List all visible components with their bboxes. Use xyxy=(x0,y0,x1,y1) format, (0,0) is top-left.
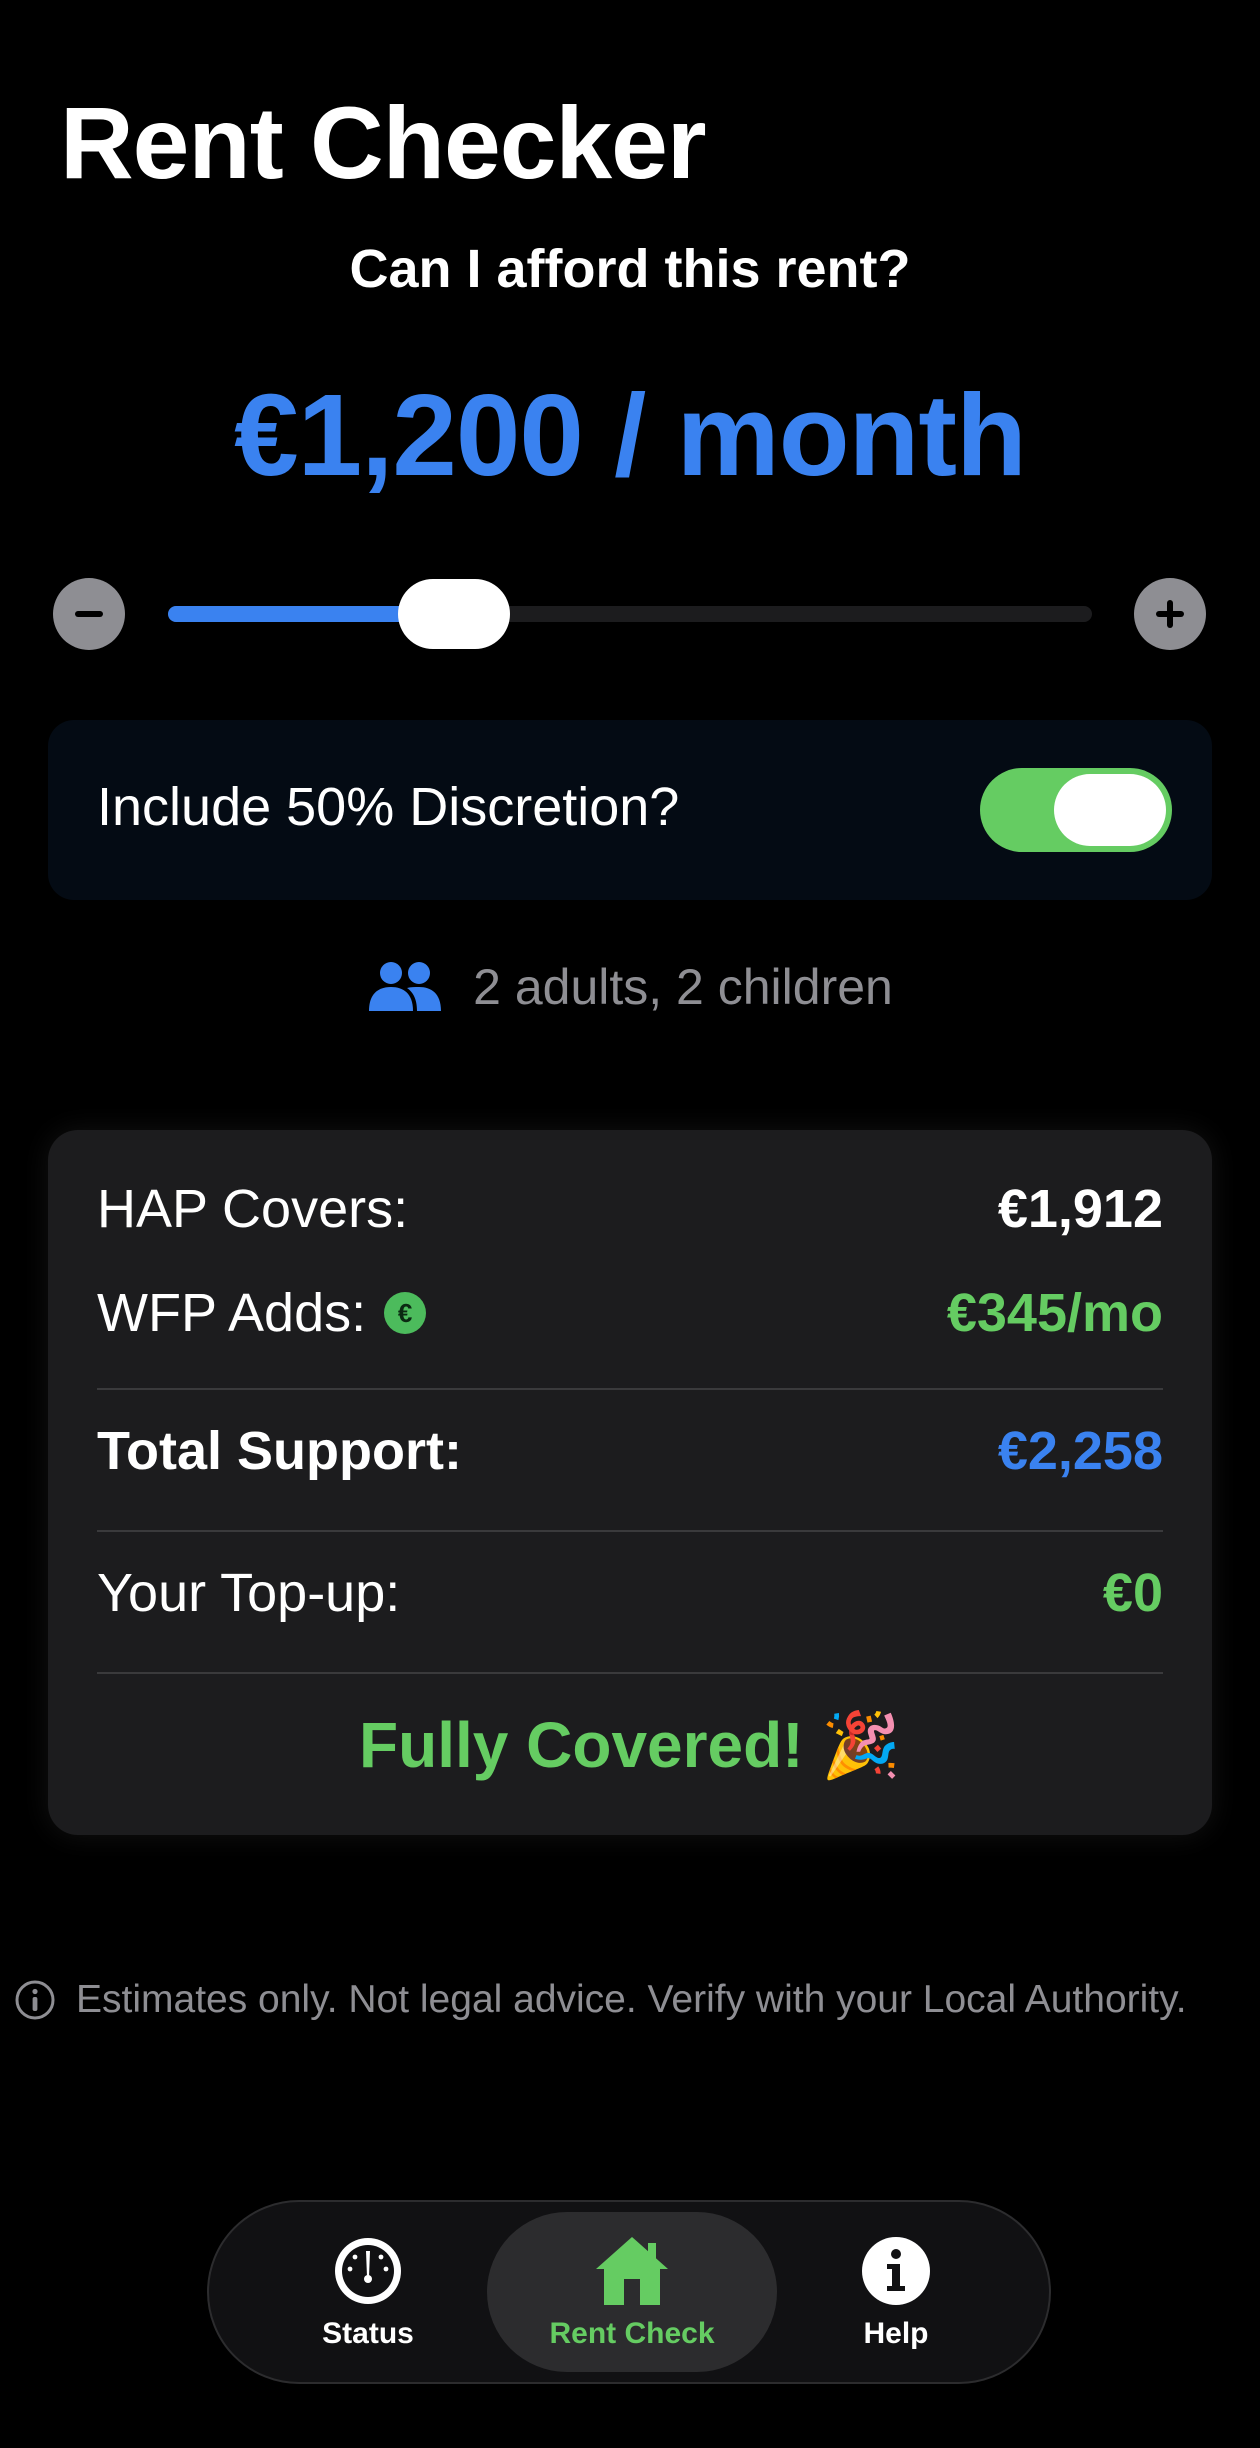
topup-value: €0 xyxy=(1102,1563,1163,1623)
coverage-status: Fully Covered! 🎉 xyxy=(359,1709,901,1781)
divider xyxy=(97,1530,1163,1532)
page-subtitle: Can I afford this rent? xyxy=(349,239,911,299)
discretion-card: Include 50% Discretion? xyxy=(48,720,1212,900)
topup-row: Your Top-up: €0 xyxy=(97,1562,1163,1624)
total-row: Total Support: €2,258 xyxy=(97,1420,1163,1482)
wfp-label: WFP Adds: xyxy=(97,1283,367,1343)
gauge-icon xyxy=(335,2238,401,2304)
tab-status[interactable]: Status xyxy=(249,2202,487,2382)
toggle-knob xyxy=(1054,774,1166,846)
page-title: Rent Checker xyxy=(60,86,707,200)
tab-rent-check-label: Rent Check xyxy=(549,2317,715,2350)
wfp-value: €345/mo xyxy=(946,1283,1163,1343)
tab-status-label: Status xyxy=(322,2317,414,2350)
tab-bar: Status Rent Check Help xyxy=(207,2200,1051,2384)
divider xyxy=(97,1672,1163,1674)
hap-label: HAP Covers: xyxy=(97,1179,409,1239)
divider xyxy=(97,1388,1163,1390)
total-label: Total Support: xyxy=(97,1421,462,1481)
discretion-toggle[interactable] xyxy=(980,768,1172,852)
rent-slider[interactable] xyxy=(168,579,1092,649)
wfp-row: WFP Adds: € €345/mo xyxy=(97,1282,1163,1344)
hap-row: HAP Covers: €1,912 xyxy=(97,1178,1163,1240)
tab-rent-check[interactable]: Rent Check xyxy=(487,2202,777,2382)
disclaimer: Estimates only. Not legal advice. Verify… xyxy=(14,1978,1187,2022)
total-value: €2,258 xyxy=(997,1421,1163,1481)
tab-help[interactable]: Help xyxy=(777,2202,1015,2382)
household-summary: 2 adults, 2 children xyxy=(0,958,1260,1016)
disclaimer-text: Estimates only. Not legal advice. Verify… xyxy=(76,1978,1187,2021)
rent-amount: €1,200 / month xyxy=(234,370,1027,500)
wfp-label-group: WFP Adds: € xyxy=(97,1282,427,1344)
euro-badge-icon: € xyxy=(384,1292,427,1334)
info-icon xyxy=(862,2237,930,2305)
topup-label: Your Top-up: xyxy=(97,1563,401,1623)
increase-rent-button[interactable] xyxy=(1134,578,1206,650)
decrease-rent-button[interactable] xyxy=(53,578,125,650)
tab-help-label: Help xyxy=(863,2317,929,2350)
household-label: 2 adults, 2 children xyxy=(473,959,893,1015)
discretion-label: Include 50% Discretion? xyxy=(97,777,680,837)
slider-thumb[interactable] xyxy=(398,579,511,649)
minus-icon xyxy=(75,611,103,617)
results-card: HAP Covers: €1,912 WFP Adds: € €345/mo T… xyxy=(48,1130,1212,1835)
people-icon xyxy=(369,962,442,1011)
info-circle-icon xyxy=(15,1980,55,2020)
plus-icon xyxy=(1156,600,1184,628)
hap-value: €1,912 xyxy=(997,1179,1163,1239)
house-icon xyxy=(596,2237,668,2305)
